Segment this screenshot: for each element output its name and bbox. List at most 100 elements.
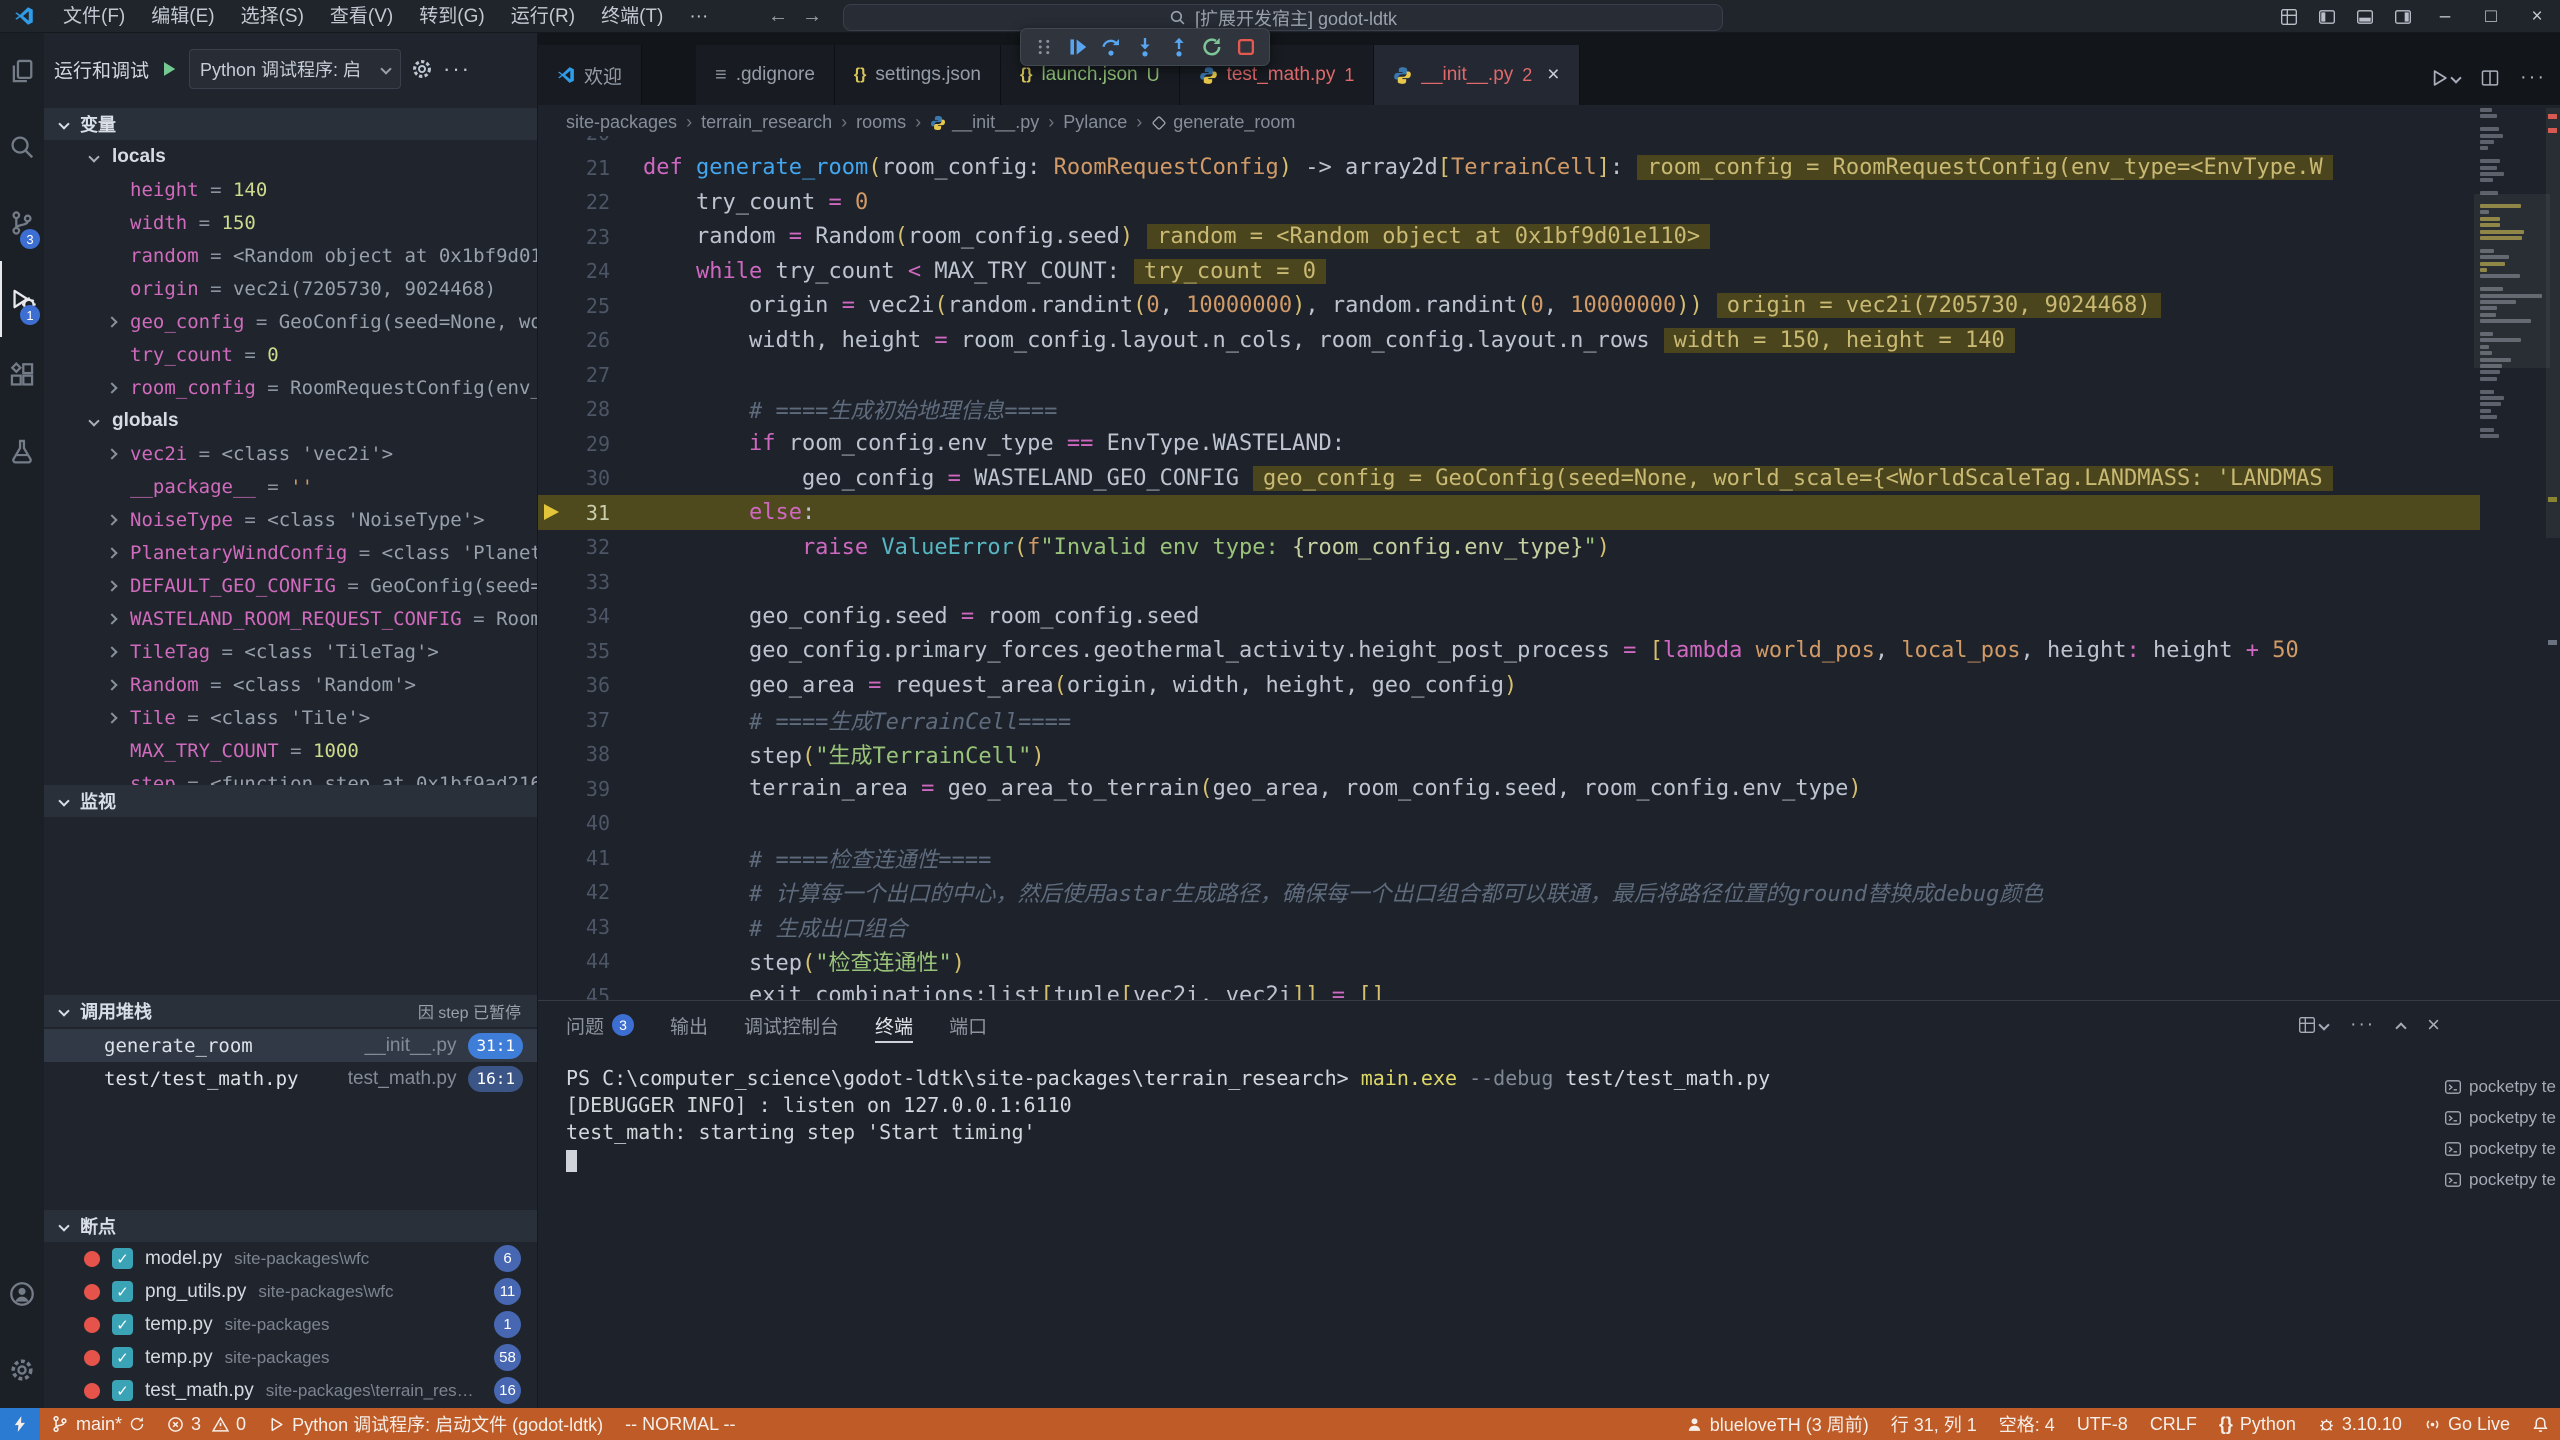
status-problems[interactable]: 30 [156,1408,257,1440]
status-debug-config[interactable]: Python 调试程序: 启动文件 (godot-ldtk) [257,1408,614,1440]
activity-item-gear[interactable] [0,1332,44,1408]
status-vim-mode[interactable]: -- NORMAL -- [614,1408,746,1440]
minimap[interactable] [2478,108,2546,628]
breadcrumb-item-Pylance[interactable]: Pylance [1063,112,1127,133]
line-number[interactable]: 35 [538,639,610,663]
breakpoint-checkbox[interactable]: ✓ [112,1281,133,1302]
line-number[interactable]: 42 [538,880,610,904]
panel-tab-输出[interactable]: 输出 [670,1001,708,1049]
status-eol[interactable]: CRLF [2139,1408,2208,1440]
arrow-left-icon[interactable]: ← [768,5,788,28]
terminal-instance-1[interactable]: pocketpy te… [2444,1102,2556,1133]
breakpoint-0[interactable]: ✓model.pysite-packages\wfc6 [44,1242,537,1275]
line-number[interactable]: 26 [538,328,610,352]
status-language[interactable]: {}Python [2208,1408,2307,1440]
breadcrumb-item-site-packages[interactable]: site-packages [566,112,677,133]
minimap-viewport[interactable] [2474,194,2550,368]
callstack-section-header[interactable]: 调用堆栈 因 step 已暂停 [44,995,537,1027]
variable-PlanetaryWindConfig[interactable]: PlanetaryWindConfig = <class 'Planeta… [44,536,537,569]
menu-item-2[interactable]: 选择(S) [228,0,317,33]
breakpoint-4[interactable]: ✓test_math.pysite-packages\terrain_res…1… [44,1374,537,1407]
terminal-output[interactable]: PS C:\computer_science\godot-ldtk\site-p… [566,1065,1770,1173]
terminal-instance-2[interactable]: pocketpy te… [2444,1133,2556,1164]
close-panel-icon[interactable]: × [2427,1012,2440,1038]
activity-item-files[interactable] [0,33,44,109]
stack-frame-1[interactable]: test/test_math.pytest_math.py16:1 [44,1062,537,1095]
stack-frame-0[interactable]: generate_room__init__.py31:1 [44,1029,537,1062]
scope-locals[interactable]: locals [44,140,537,173]
activity-item-beaker[interactable] [0,413,44,489]
menu-item-1[interactable]: 编辑(E) [138,0,227,33]
breadcrumb-item-terrain_research[interactable]: terrain_research [701,112,832,133]
status-notifications[interactable] [2521,1408,2560,1440]
line-number[interactable]: 25 [538,294,610,318]
variable-MAX_TRY_COUNT[interactable]: MAX_TRY_COUNT = 1000 [44,734,537,767]
status-indentation[interactable]: 空格: 4 [1988,1408,2066,1440]
breakpoint-1[interactable]: ✓png_utils.pysite-packages\wfc11 [44,1275,537,1308]
toggle-secondary-sidebar-icon[interactable] [2384,0,2422,33]
maximize-button[interactable]: □ [2468,0,2514,33]
variable-__package__[interactable]: __package__ = '' [44,470,537,503]
breadcrumb-item-generate_room[interactable]: generate_room [1151,112,1295,133]
watch-section-header[interactable]: 监视 [44,785,537,817]
breadcrumb-item-rooms[interactable]: rooms [856,112,906,133]
more-actions-icon[interactable]: ··· [2350,1014,2375,1036]
status-remote-indicator[interactable] [0,1408,40,1440]
line-number[interactable]: 37 [538,708,610,732]
variable-origin[interactable]: origin = vec2i(7205730, 9024468) [44,272,537,305]
variable-DEFAULT_GEO_CONFIG[interactable]: DEFAULT_GEO_CONFIG = GeoConfig(seed=1… [44,569,537,602]
variable-Random[interactable]: Random = <class 'Random'> [44,668,537,701]
line-number[interactable]: 29 [538,432,610,456]
line-number[interactable]: 28 [538,397,610,421]
line-number[interactable]: 36 [538,673,610,697]
variable-TileTag[interactable]: TileTag = <class 'TileTag'> [44,635,537,668]
status-blame[interactable]: blueloveTH (3 周前) [1675,1408,1880,1440]
status-python-version[interactable]: 3.10.10 [2307,1408,2413,1440]
breakpoints-section-header[interactable]: 断点 [44,1210,537,1242]
breakpoint-checkbox[interactable]: ✓ [112,1314,133,1335]
scope-globals[interactable]: globals [44,404,537,437]
panel-tab-问题[interactable]: 问题3 [566,1001,634,1049]
arrow-right-icon[interactable]: → [802,5,822,28]
line-number[interactable]: 32 [538,535,610,559]
variable-Tile[interactable]: Tile = <class 'Tile'> [44,701,537,734]
close-button[interactable]: × [2514,0,2560,33]
panel-tab-调试控制台[interactable]: 调试控制台 [744,1001,839,1049]
variable-try_count[interactable]: try_count = 0 [44,338,537,371]
launch-config-dropdown[interactable]: Python 调试程序: 启 [189,49,401,89]
line-number[interactable]: 40 [538,811,610,835]
step-over-icon[interactable] [1097,33,1125,61]
line-number[interactable]: 44 [538,949,610,973]
panel-tab-端口[interactable]: 端口 [949,1001,987,1049]
line-number[interactable]: 45 [538,984,610,1001]
tab-__init__.py[interactable]: __init__.py2× [1374,45,1579,105]
toggle-panel-icon[interactable] [2346,0,2384,33]
line-number[interactable]: 30 [538,466,610,490]
variable-width[interactable]: width = 150 [44,206,537,239]
breakpoint-2[interactable]: ✓temp.pysite-packages1 [44,1308,537,1341]
line-number[interactable]: 22 [538,190,610,214]
panel-layout-icon[interactable] [2298,1016,2328,1034]
line-number[interactable]: 21 [538,156,610,180]
line-number[interactable]: 20 [538,136,610,145]
line-number[interactable]: 27 [538,363,610,387]
menu-item-3[interactable]: 查看(V) [317,0,406,33]
breakpoint-3[interactable]: ✓temp.pysite-packages58 [44,1341,537,1374]
minimize-button[interactable]: – [2422,0,2468,33]
menu-item-7[interactable]: ··· [676,0,721,33]
code-editor[interactable]: 2021def generate_room(room_config: RoomR… [538,136,2480,1000]
step-into-icon[interactable] [1131,33,1159,61]
breadcrumb-item-__init__.py[interactable]: __init__.py [930,112,1039,133]
variable-room_config[interactable]: room_config = RoomRequestConfig(env_t… [44,371,537,404]
command-center-search[interactable]: [扩展开发宿主] godot-ldtk [843,4,1723,31]
variables-section-header[interactable]: 变量 [44,108,537,140]
line-number[interactable]: 41 [538,846,610,870]
variable-vec2i[interactable]: vec2i = <class 'vec2i'> [44,437,537,470]
terminal-instance-3[interactable]: pocketpy te… [2444,1164,2556,1195]
breakpoint-checkbox[interactable]: ✓ [112,1380,133,1401]
tab-settings.json[interactable]: {}settings.json [835,45,1001,105]
line-number[interactable]: 24 [538,259,610,283]
step-out-icon[interactable] [1165,33,1193,61]
activity-item-search[interactable] [0,109,44,185]
split-editor-icon[interactable] [2480,68,2500,88]
